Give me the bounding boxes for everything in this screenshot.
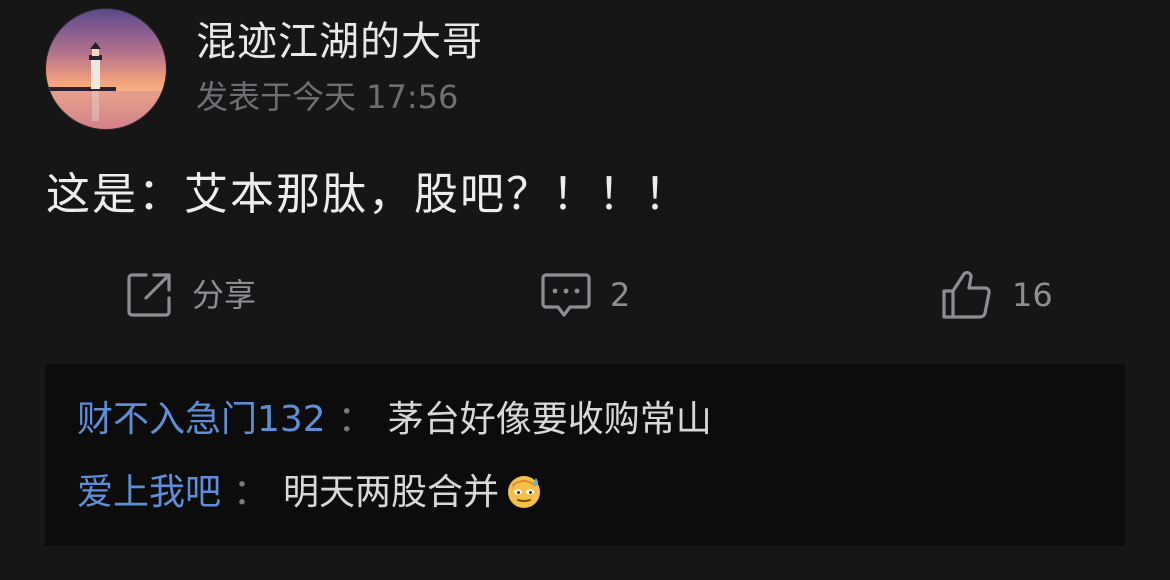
comment-count: 2 <box>610 276 631 314</box>
comment-icon <box>540 270 592 320</box>
comment-item[interactable]: 财不入急门132 ： 茅台好像要收购常山 <box>77 397 712 443</box>
post-author[interactable]: 混迹江湖的大哥 <box>196 16 483 68</box>
like-button[interactable]: 16 <box>940 265 1053 325</box>
thumbs-up-icon <box>940 269 994 321</box>
like-count: 16 <box>1012 276 1053 314</box>
comment-list: 财不入急门132 ： 茅台好像要收购常山 爱上我吧 ： 明天两股合并 <box>45 364 1125 546</box>
comment-author[interactable]: 财不入急门132 <box>77 399 326 440</box>
sweat-smile-emoji-icon <box>505 472 543 510</box>
post-card: 混迹江湖的大哥 发表于今天 17:56 这是：艾本那肽，股吧？！！！ 分享 2 <box>0 0 1170 580</box>
avatar[interactable] <box>45 8 167 130</box>
comment-separator: ： <box>337 399 374 440</box>
post-content: 这是：艾本那肽，股吧？！！！ <box>46 169 690 220</box>
share-button[interactable]: 分享 <box>124 265 256 325</box>
comment-text: 茅台好像要收购常山 <box>387 399 712 440</box>
post-timestamp: 发表于今天 17:56 <box>196 78 459 116</box>
lighthouse-sunset-image <box>46 9 166 129</box>
share-label: 分享 <box>192 276 257 314</box>
comment-author[interactable]: 爱上我吧 <box>77 472 221 513</box>
comment-text: 明天两股合并 <box>283 472 500 513</box>
share-icon <box>124 270 174 320</box>
comment-button[interactable]: 2 <box>540 265 630 325</box>
comment-separator: ： <box>233 472 270 513</box>
comment-item[interactable]: 爱上我吧 ： 明天两股合并 <box>77 470 543 516</box>
